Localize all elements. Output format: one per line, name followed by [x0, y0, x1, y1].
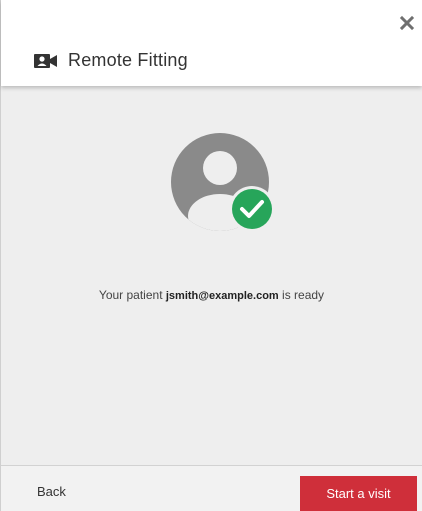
- dialog-title-row: Remote Fitting: [34, 50, 188, 71]
- close-icon[interactable]: [398, 14, 416, 32]
- dialog-title: Remote Fitting: [68, 50, 188, 70]
- dialog-content: Your patient jsmith@example.com is ready: [1, 86, 422, 466]
- back-button[interactable]: Back: [37, 484, 66, 499]
- message-prefix: Your patient: [98, 288, 166, 302]
- remote-fitting-dialog: Remote Fitting Your patient jsmith@examp…: [0, 0, 422, 511]
- start-visit-button[interactable]: Start a visit: [300, 476, 417, 511]
- user-avatar-icon: [171, 133, 275, 232]
- checkmark-icon: [229, 186, 275, 232]
- patient-avatar: [171, 133, 281, 233]
- video-camera-icon: [34, 52, 58, 70]
- message-suffix: is ready: [278, 288, 325, 302]
- dialog-footer: Back Start a visit: [1, 466, 422, 511]
- patient-email: jsmith@example.com: [165, 290, 279, 302]
- dialog-header: Remote Fitting: [1, 0, 422, 86]
- patient-ready-message: Your patient jsmith@example.com is ready: [1, 288, 422, 302]
